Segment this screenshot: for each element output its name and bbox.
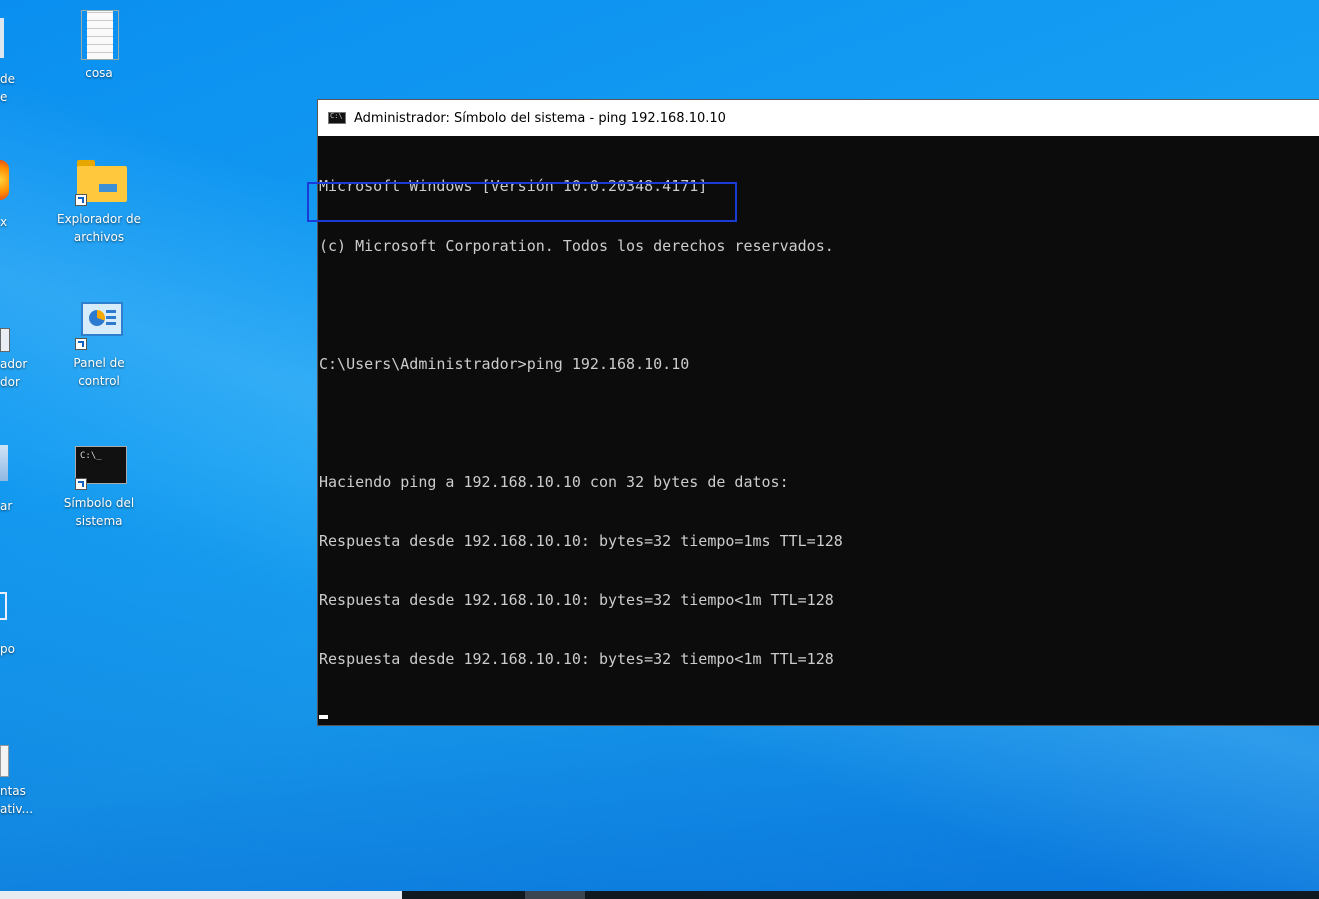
shortcut-arrow-icon bbox=[75, 338, 87, 350]
console-line: Haciendo ping a 192.168.10.10 con 32 byt… bbox=[319, 472, 789, 491]
command-prompt-window[interactable]: Administrador: Símbolo del sistema - pin… bbox=[307, 99, 1319, 726]
partial-icon-label[interactable]: dor bbox=[0, 373, 20, 391]
text-document-icon bbox=[73, 8, 125, 60]
desktop-icon-control-panel[interactable]: Panel de control bbox=[54, 298, 144, 390]
taskbar-search-area[interactable] bbox=[0, 891, 402, 899]
partial-icon-label[interactable]: po bbox=[0, 640, 15, 658]
partial-icon-label[interactable]: de bbox=[0, 70, 15, 88]
desktop-icon-file-explorer[interactable]: Explorador de archivos bbox=[54, 154, 144, 246]
command-prompt-icon: C:\_ bbox=[73, 438, 127, 490]
console-output[interactable]: Microsoft Windows [Versión 10.0.20348.41… bbox=[307, 136, 1319, 778]
desktop-icon-label: cosa bbox=[85, 66, 113, 80]
shortcut-arrow-icon bbox=[75, 194, 87, 206]
taskbar-active-app[interactable] bbox=[525, 891, 585, 899]
recycle-bin-icon[interactable] bbox=[0, 445, 8, 481]
console-line: Respuesta desde 192.168.10.10: bytes=32 … bbox=[319, 591, 834, 610]
partial-icon[interactable] bbox=[0, 745, 9, 777]
partial-icon-label[interactable]: ar bbox=[0, 497, 12, 515]
desktop-icon-label: Panel de control bbox=[73, 356, 125, 388]
console-line: (c) Microsoft Corporation. Todos los der… bbox=[319, 236, 834, 255]
console-cursor bbox=[319, 715, 328, 720]
console-line: Respuesta desde 192.168.10.10: bytes=32 … bbox=[319, 531, 843, 550]
desktop-icon-command-prompt[interactable]: C:\_ Símbolo del sistema bbox=[54, 438, 144, 530]
firefox-icon[interactable] bbox=[0, 160, 9, 200]
console-line: Respuesta desde 192.168.10.10: bytes=32 … bbox=[319, 650, 834, 669]
console-command-line: C:\Users\Administrador>ping 192.168.10.1… bbox=[319, 354, 690, 373]
partial-icon-label[interactable]: ntas bbox=[0, 782, 26, 800]
folder-icon bbox=[73, 154, 127, 206]
computer-icon[interactable] bbox=[0, 592, 7, 620]
desktop-icon-cosa[interactable]: cosa bbox=[54, 8, 144, 82]
desktop-icon-label: Explorador de archivos bbox=[57, 212, 141, 244]
window-title: Administrador: Símbolo del sistema - pin… bbox=[354, 110, 726, 126]
partial-icon[interactable] bbox=[0, 328, 10, 352]
partial-icon[interactable] bbox=[0, 18, 4, 58]
partial-icon-label[interactable]: x bbox=[0, 213, 7, 231]
partial-icon-label[interactable]: ador bbox=[0, 355, 27, 373]
partial-icon-label[interactable]: ativ... bbox=[0, 800, 33, 818]
window-titlebar[interactable]: Administrador: Símbolo del sistema - pin… bbox=[318, 100, 1319, 136]
desktop-icon-label: Símbolo del sistema bbox=[63, 496, 135, 528]
partial-icon-label[interactable]: e bbox=[0, 88, 7, 106]
control-panel-icon bbox=[73, 298, 125, 350]
shortcut-arrow-icon bbox=[75, 478, 87, 490]
command-highlight-box bbox=[307, 182, 737, 222]
console-app-icon[interactable] bbox=[328, 112, 346, 124]
